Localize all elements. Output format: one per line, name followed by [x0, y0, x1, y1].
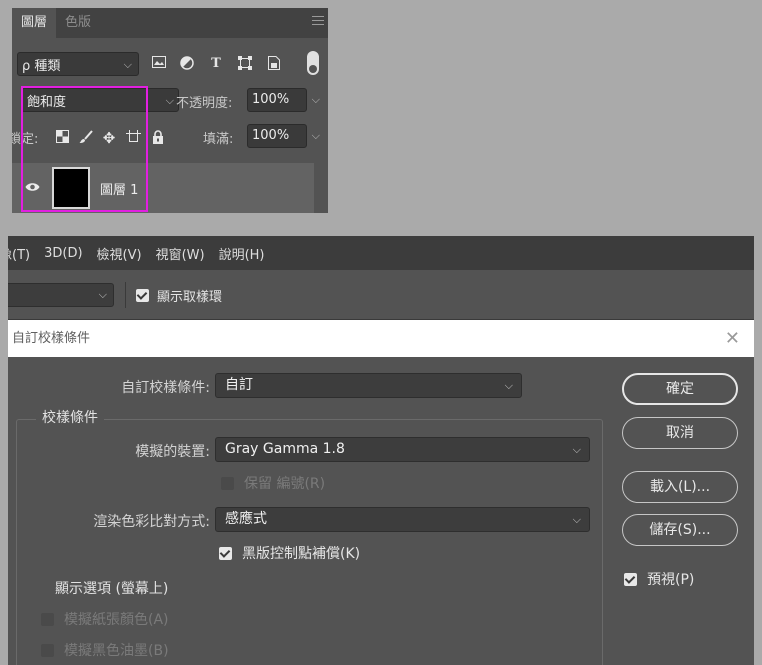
chevron-down-icon[interactable]: ⌵	[312, 125, 320, 147]
sample-size-select[interactable]: ⌵	[8, 283, 114, 307]
layer-filter-select[interactable]: ρ 種類 ⌵	[17, 52, 139, 76]
tab-layers[interactable]: 圖層	[12, 8, 57, 38]
menu-bar: 影像(T) 3D(D) 檢視(V) 視窗(W) 說明(H)	[8, 236, 754, 270]
menu-3d[interactable]: 3D(D)	[44, 246, 82, 261]
photoshop-window: 影像(T) 3D(D) 檢視(V) 視窗(W) 說明(H) ⌵ 顯示取樣環 自訂…	[8, 236, 754, 665]
blend-mode-select[interactable]: 飽和度 ⌵	[21, 88, 179, 112]
lock-all-padlock-icon[interactable]	[150, 130, 166, 146]
fill-value: 100%	[252, 128, 290, 143]
layer-name[interactable]: 圖層 1	[100, 179, 138, 198]
simulate-paper-color-label: 模擬紙張顏色(A)	[64, 612, 169, 628]
fill-input[interactable]: 100% ⌵	[247, 124, 320, 148]
custom-proof-select[interactable]: 自訂 ⌵	[215, 373, 522, 398]
chevron-down-icon: ⌵	[572, 443, 581, 456]
panel-menu-icon[interactable]	[312, 16, 324, 26]
lock-artboard-icon[interactable]	[125, 130, 141, 146]
proof-conditions-title: 校樣條件	[36, 407, 104, 427]
chevron-down-icon: ⌵	[504, 379, 513, 392]
chevron-down-icon: ⌵	[123, 58, 132, 71]
close-icon[interactable]: ✕	[725, 320, 740, 357]
dialog-titlebar: 自訂校樣條件 ✕	[8, 320, 754, 357]
customize-proof-dialog: 自訂校樣條件: 自訂 ⌵ 校樣條件 模擬的裝置: Gray Gamma 1.8 …	[8, 357, 754, 665]
lock-label: 鎖定:	[12, 132, 39, 147]
menu-view[interactable]: 檢視(V)	[97, 244, 142, 263]
load-button[interactable]: 載入(L)...	[622, 471, 738, 503]
image-filter-icon[interactable]	[151, 56, 167, 72]
opacity-label: 不透明度:	[176, 96, 233, 111]
eye-visibility-icon[interactable]	[25, 181, 40, 191]
shape-filter-icon[interactable]	[237, 56, 253, 72]
filter-select-value: ρ 種類	[22, 58, 61, 74]
ok-button[interactable]: 確定	[622, 373, 738, 405]
type-filter-icon[interactable]: T	[208, 56, 224, 72]
black-point-compensation-label: 黑版控制點補償(K)	[242, 546, 361, 562]
tab-channels[interactable]: 色版	[56, 8, 100, 38]
device-select[interactable]: Gray Gamma 1.8 ⌵	[215, 437, 590, 462]
options-separator	[125, 282, 126, 308]
custom-proof-value: 自訂	[225, 377, 253, 393]
lock-transparent-pixels-icon[interactable]	[54, 130, 70, 146]
device-label: 模擬的裝置:	[135, 444, 210, 460]
save-button[interactable]: 儲存(S)...	[622, 514, 738, 546]
device-value: Gray Gamma 1.8	[225, 441, 345, 457]
preview-checkbox[interactable]	[624, 572, 637, 586]
simulate-black-ink-checkbox[interactable]	[41, 643, 54, 657]
simulate-black-ink-label: 模擬黑色油墨(B)	[64, 643, 169, 659]
layers-tabbar: 圖層 色版	[12, 8, 328, 38]
menu-help[interactable]: 說明(H)	[219, 244, 265, 263]
preserve-numbers-label: 保留 編號(R)	[244, 476, 326, 492]
chevron-down-icon[interactable]: ⌵	[312, 89, 320, 111]
menu-image[interactable]: 影像(T)	[8, 244, 30, 263]
menu-window[interactable]: 視窗(W)	[156, 244, 205, 263]
lock-position-move-icon[interactable]: ✥	[101, 130, 117, 146]
chevron-down-icon: ⌵	[572, 513, 581, 526]
adjustment-filter-icon[interactable]	[179, 56, 195, 72]
opacity-input[interactable]: 100% ⌵	[247, 88, 320, 112]
layer-row[interactable]: 圖層 1	[12, 163, 328, 213]
rendering-intent-value: 感應式	[225, 511, 267, 527]
custom-proof-label: 自訂校樣條件:	[121, 380, 210, 396]
layers-scrollbar[interactable]	[314, 163, 328, 213]
blend-mode-value: 飽和度	[27, 94, 67, 110]
display-options-title: 顯示選項 (螢幕上)	[55, 581, 169, 597]
show-sampling-ring-label: 顯示取樣環	[157, 290, 223, 305]
black-point-compensation-checkbox[interactable]	[219, 546, 232, 560]
rendering-intent-select[interactable]: 感應式 ⌵	[215, 507, 590, 532]
layer-thumbnail[interactable]	[52, 167, 90, 209]
filter-toggle-switch[interactable]	[307, 51, 319, 75]
preserve-numbers-checkbox[interactable]	[221, 476, 234, 490]
rendering-intent-label: 渲染色彩比對方式:	[93, 514, 210, 530]
opacity-value: 100%	[252, 92, 290, 107]
show-sampling-ring-checkbox[interactable]	[136, 289, 149, 302]
simulate-paper-color-checkbox[interactable]	[41, 612, 54, 626]
fill-label: 填滿:	[203, 132, 234, 147]
layers-panel: 圖層 色版 ρ 種類 ⌵ T 飽和度 ⌵ 不透明度: 100% ⌵ 鎖定: ✥ …	[12, 8, 328, 213]
cancel-button[interactable]: 取消	[622, 417, 738, 449]
dialog-title: 自訂校樣條件	[12, 331, 91, 346]
lock-image-pixels-brush-icon[interactable]	[78, 130, 94, 146]
options-bar: ⌵ 顯示取樣環	[8, 270, 754, 320]
smart-object-filter-icon[interactable]	[266, 56, 282, 72]
chevron-down-icon: ⌵	[165, 94, 174, 107]
preview-label: 預視(P)	[647, 572, 695, 588]
chevron-down-icon: ⌵	[98, 288, 107, 301]
